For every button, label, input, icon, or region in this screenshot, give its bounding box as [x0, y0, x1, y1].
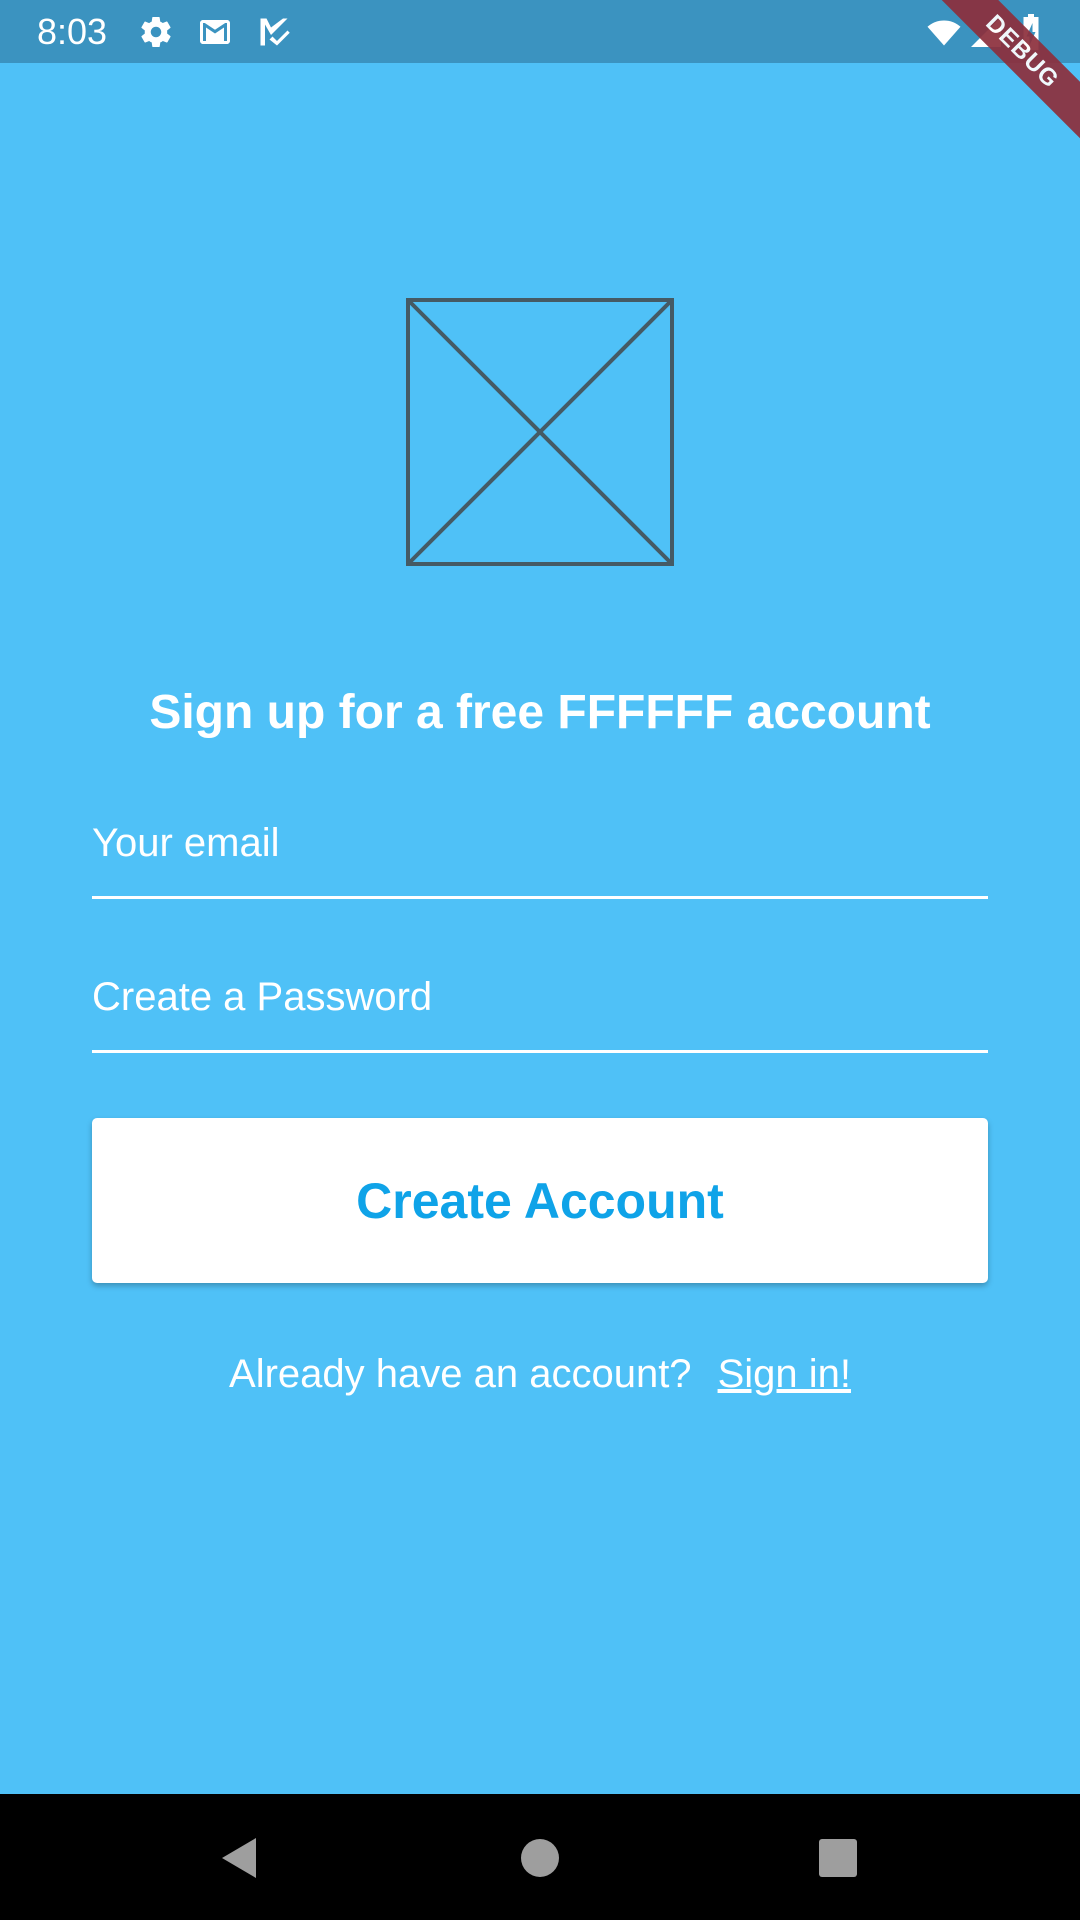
- password-field-container: [92, 944, 988, 1054]
- signin-prompt: Already have an account?: [229, 1352, 692, 1396]
- back-icon[interactable]: [210, 1828, 270, 1888]
- email-field[interactable]: [92, 790, 988, 896]
- recents-icon[interactable]: [808, 1828, 868, 1888]
- status-time: 8:03: [37, 11, 108, 52]
- wifi-icon: [922, 14, 966, 50]
- gear-icon: [138, 14, 174, 50]
- gmail-icon: [194, 14, 236, 50]
- create-account-button[interactable]: Create Account: [92, 1118, 988, 1283]
- email-field-underline: [92, 896, 988, 899]
- status-bar: 8:03: [0, 0, 1080, 63]
- task-icon: [256, 14, 292, 50]
- navigation-bar: [0, 1794, 1080, 1920]
- signin-row: Already have an account? Sign in!: [0, 1346, 1080, 1402]
- logo-placeholder-icon: [406, 298, 674, 566]
- password-field-underline: [92, 1050, 988, 1053]
- sign-up-screen: 8:03 DEBUG Sign up for a free FFFFFF acc…: [0, 0, 1080, 1920]
- email-field-container: [92, 790, 988, 900]
- password-field[interactable]: [92, 944, 988, 1050]
- sign-in-link[interactable]: Sign in!: [718, 1352, 851, 1396]
- page-title: Sign up for a free FFFFFF account: [149, 686, 931, 739]
- home-icon[interactable]: [510, 1828, 570, 1888]
